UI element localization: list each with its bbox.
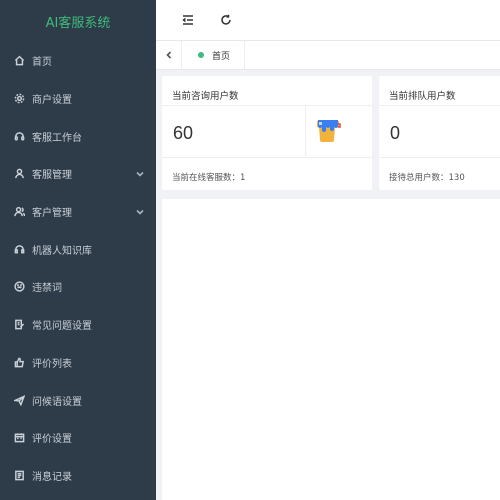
sidebar-item-workbench[interactable]: 客服工作台 (0, 117, 156, 155)
users-icon (13, 206, 25, 218)
robot-icon (13, 243, 25, 255)
sidebar-item-label: 首页 (32, 57, 52, 69)
active-dot (198, 52, 204, 58)
sidebar-item-label: 客服管理 (32, 170, 72, 182)
card-title: 当前咨询用户数 (172, 91, 239, 102)
menu-fold-icon[interactable] (182, 14, 194, 26)
divider (379, 157, 500, 158)
stat-card-queued-users: 当前排队用户数 0 接待总用户数：130 (379, 76, 500, 190)
card-value: 60 (173, 123, 194, 143)
sidebar-item-label: 违禁词 (32, 283, 62, 295)
sidebar-item-label: 商户设置 (32, 95, 72, 107)
chevron-down-icon (136, 208, 144, 216)
sidebar-item-home[interactable]: 首页 (0, 42, 156, 80)
tab-label: 首页 (212, 51, 231, 62)
divider (162, 105, 372, 106)
sidebar-item-label: 客服工作台 (32, 132, 82, 144)
top-header (156, 0, 500, 40)
sidebar-item-label: 评价列表 (32, 358, 72, 370)
sidebar-item-label: 问候语设置 (32, 396, 82, 408)
sidebar-item-label: 机器人知识库 (32, 245, 92, 257)
sidebar-item-agent-management[interactable]: 客服管理 (0, 155, 156, 193)
app-logo-title: AI客服系统 (45, 15, 111, 31)
divider (305, 106, 306, 156)
home-icon (13, 55, 25, 67)
sidebar-item-label: 客户管理 (32, 208, 72, 220)
calendar-icon (13, 432, 25, 444)
content-panel (162, 199, 500, 500)
chevron-left-icon (165, 51, 171, 59)
sidebar-item-forbidden-words[interactable]: 违禁词 (0, 268, 156, 306)
divider (162, 157, 372, 158)
thumb-icon (13, 356, 25, 368)
card-title: 当前排队用户数 (389, 91, 456, 102)
send-icon (13, 394, 25, 406)
sidebar-item-customer-management[interactable]: 客户管理 (0, 193, 156, 231)
smile-icon (13, 281, 25, 293)
cup-icon (317, 120, 341, 142)
sidebar-item-review-list[interactable]: 评价列表 (0, 344, 156, 382)
sidebar-item-label: 评价设置 (32, 434, 72, 446)
stat-card-consulting-users: 当前咨询用户数 60 当前在线客服数：1 (162, 76, 372, 190)
tabs-bar: 首页 (156, 40, 500, 70)
headset-icon (13, 130, 25, 142)
tab-home[interactable]: 首页 (182, 41, 246, 69)
gear-icon (13, 93, 25, 105)
sidebar-item-review-settings[interactable]: 评价设置 (0, 419, 156, 457)
sidebar-item-merchant-settings[interactable]: 商户设置 (0, 80, 156, 118)
sidebar-item-label: 消息记录 (32, 471, 72, 483)
tabs-scroll-left-button[interactable] (156, 41, 182, 69)
document-icon (13, 469, 25, 481)
card-value: 0 (390, 123, 401, 143)
sidebar-menu: 首页 商户设置 客服工作台 客服管理 客户管理 机器人知识库 违禁词 常见问题设… (0, 42, 156, 494)
chevron-down-icon (136, 170, 144, 178)
sidebar-item-label: 常见问题设置 (32, 321, 92, 333)
sidebar-item-greeting-settings[interactable]: 问候语设置 (0, 381, 156, 419)
sidebar: AI客服系统 首页 商户设置 客服工作台 客服管理 客户管理 机器人知识库 违禁… (0, 0, 156, 500)
divider (379, 105, 500, 106)
refresh-icon[interactable] (220, 14, 232, 26)
card-footer: 当前在线客服数：1 (172, 173, 246, 183)
edit-icon (13, 319, 25, 331)
user-icon (13, 168, 25, 180)
main-content: 当前咨询用户数 60 当前在线客服数：1 当前排队用户数 0 接待总用户数：13… (156, 71, 500, 500)
sidebar-item-faq-settings[interactable]: 常见问题设置 (0, 306, 156, 344)
sidebar-item-message-records[interactable]: 消息记录 (0, 457, 156, 495)
sidebar-item-robot-knowledge[interactable]: 机器人知识库 (0, 230, 156, 268)
card-footer: 接待总用户数：130 (389, 173, 465, 183)
